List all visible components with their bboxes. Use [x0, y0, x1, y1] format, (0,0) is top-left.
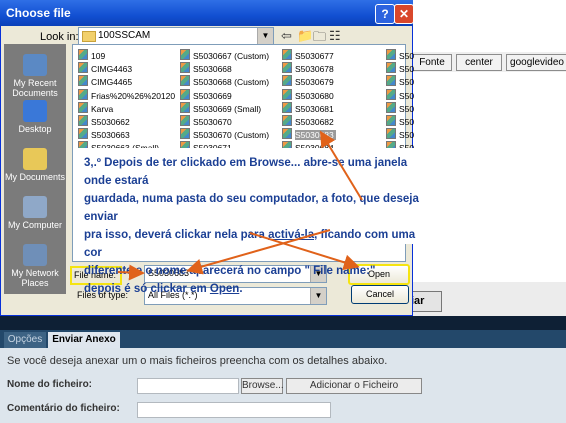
arrow-label-to-input — [117, 264, 145, 281]
arrow-to-file — [319, 130, 363, 201]
tutorial-arrows — [117, 130, 363, 281]
